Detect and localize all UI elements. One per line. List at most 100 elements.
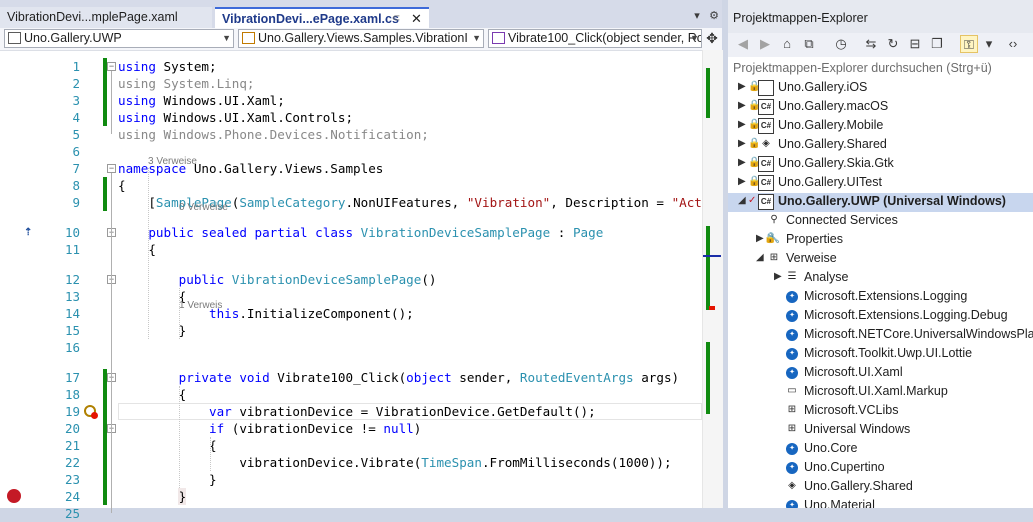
tree-item[interactable]: ◢ ⊞ Verweise xyxy=(728,250,1033,269)
tree-item[interactable]: ✦ Microsoft.UI.Xaml xyxy=(728,364,1033,383)
refresh-icon[interactable]: ↻ xyxy=(884,35,902,53)
explorer-search-input[interactable]: Projektmappen-Explorer durchsuchen (Strg… xyxy=(728,57,1033,80)
class-dropdown[interactable]: Uno.Gallery.Views.Samples.VibrationI ▼ xyxy=(238,29,484,48)
codelens-references[interactable]: 3 Verweise xyxy=(148,155,197,168)
chevron-down-icon[interactable]: ▾ xyxy=(980,35,998,53)
code-token: } xyxy=(118,489,187,504)
expand-arrow-icon[interactable]: ▶ xyxy=(738,157,746,168)
tree-item[interactable]: ✦ Microsoft.Extensions.Logging.Debug xyxy=(728,307,1033,326)
code-line[interactable]: using Windows.Phone.Devices.Notification… xyxy=(118,126,429,143)
expand-arrow-icon[interactable]: ▶ xyxy=(774,271,782,282)
properties-view-icon[interactable]: ⚿ xyxy=(960,35,978,53)
back-icon[interactable]: ◀ xyxy=(734,35,752,53)
tree-item[interactable]: ▶ 🔒 C# Uno.Gallery.UITest xyxy=(728,174,1033,193)
tree-item[interactable]: ▶ 🔒 C# Uno.Gallery.macOS xyxy=(728,98,1033,117)
code-line[interactable]: { xyxy=(118,177,126,194)
forward-icon[interactable]: ▶ xyxy=(756,35,774,53)
split-editor-icon[interactable]: ✥ xyxy=(704,29,720,48)
tree-item[interactable]: ✦ Uno.Core xyxy=(728,440,1033,459)
fold-toggle-icon[interactable]: − xyxy=(107,164,116,173)
tree-item[interactable]: ⊞ Microsoft.VCLibs xyxy=(728,402,1033,421)
quick-action-error-icon[interactable] xyxy=(84,405,98,419)
tree-item[interactable]: ◢ ✓ C# Uno.Gallery.UWP (Universal Windows) xyxy=(728,193,1033,212)
home-icon[interactable]: ⌂ xyxy=(778,35,796,53)
codelens-references[interactable]: 1 Verweis xyxy=(179,299,222,312)
show-all-files-icon[interactable]: ❐ xyxy=(928,35,946,53)
expand-arrow-icon[interactable]: ▶ xyxy=(738,138,746,149)
tree-item[interactable]: ✦ Uno.Cupertino xyxy=(728,459,1033,478)
sync-with-document-icon[interactable]: ⇆ xyxy=(862,35,880,53)
tree-item[interactable]: ✦ Microsoft.Extensions.Logging xyxy=(728,288,1033,307)
code-line[interactable]: var vibrationDevice = VibrationDevice.Ge… xyxy=(118,403,596,420)
code-line[interactable]: using System.Linq; xyxy=(118,75,254,92)
tree-item[interactable]: ✦ Uno.Material xyxy=(728,497,1033,508)
tree-item[interactable]: ▶ 🔒 C# Uno.Gallery.Skia.Gtk xyxy=(728,155,1033,174)
tree-item-label: Uno.Core xyxy=(804,441,858,455)
codelens-references[interactable]: 0 Verweise xyxy=(179,201,228,214)
tree-item[interactable]: ✦ Microsoft.NETCore.UniversalWindowsPla xyxy=(728,326,1033,345)
pin-icon[interactable]: ⊂ xyxy=(392,9,400,28)
code-line[interactable]: using System; xyxy=(118,58,217,75)
code-line[interactable]: public VibrationDeviceSamplePage() xyxy=(118,271,437,288)
code-line[interactable]: this.InitializeComponent(); xyxy=(118,305,414,322)
code-line[interactable]: { xyxy=(118,241,156,258)
expand-arrow-icon[interactable]: ▶ xyxy=(738,100,746,111)
pending-changes-filter-icon[interactable]: ◷ xyxy=(832,35,850,53)
breakpoint-icon[interactable] xyxy=(7,489,21,503)
close-icon[interactable]: ✕ xyxy=(411,9,422,28)
code-line[interactable]: { xyxy=(118,386,187,403)
tree-item[interactable]: ▶ 🔒 ◈ Uno.Gallery.Shared xyxy=(728,136,1033,155)
navigation-bar: Uno.Gallery.UWP ▼ Uno.Gallery.Views.Samp… xyxy=(0,28,722,51)
collapse-arrow-icon[interactable]: ◢ xyxy=(756,252,764,263)
vertical-scrollbar[interactable] xyxy=(702,50,723,508)
tree-item[interactable]: ▭ Microsoft.UI.Xaml.Markup xyxy=(728,383,1033,402)
switch-views-icon[interactable]: ⧉ xyxy=(800,35,818,53)
tree-item[interactable]: ▶ ☰ Analyse xyxy=(728,269,1033,288)
code-line[interactable]: } xyxy=(118,488,187,505)
collapse-all-icon[interactable]: ⊟ xyxy=(906,35,924,53)
member-dropdown[interactable]: Vibrate100_Click(object sender, Route ▼ xyxy=(488,29,702,48)
connected-services-icon: ⚲ xyxy=(770,214,778,225)
tab-list-dropdown-icon[interactable]: ▾ xyxy=(689,8,705,24)
project-dropdown[interactable]: Uno.Gallery.UWP ▼ xyxy=(4,29,234,48)
expand-arrow-icon[interactable]: ▶ xyxy=(738,119,746,130)
code-token: } xyxy=(118,323,187,338)
expand-arrow-icon[interactable]: ▶ xyxy=(738,176,746,187)
tab-cs-file[interactable]: VibrationDevi...ePage.xaml.cs ⊂ ✕ xyxy=(215,7,429,28)
code-line[interactable]: public sealed partial class VibrationDev… xyxy=(118,224,603,241)
code-editor: VibrationDevi...mplePage.xaml VibrationD… xyxy=(0,0,723,521)
code-token: { xyxy=(118,387,187,402)
tree-item[interactable]: ◈ Uno.Gallery.Shared xyxy=(728,478,1033,497)
code-line[interactable]: vibrationDevice.Vibrate(TimeSpan.FromMil… xyxy=(118,454,671,471)
expand-arrow-icon[interactable]: ▶ xyxy=(756,233,764,244)
collapse-arrow-icon[interactable]: ◢ xyxy=(738,195,746,206)
tree-item[interactable]: ⊞ Universal Windows xyxy=(728,421,1033,440)
code-token: VibrationDeviceSamplePage xyxy=(231,272,422,287)
code-view-icon[interactable]: ‹› xyxy=(1004,35,1022,53)
tree-item[interactable]: ▶ 🔒 🔧 Properties xyxy=(728,231,1033,250)
tree-item-label: Analyse xyxy=(804,270,849,284)
fold-toggle-icon[interactable]: − xyxy=(107,62,116,71)
code-line[interactable]: if (vibrationDevice != null) xyxy=(118,420,421,437)
code-area[interactable]: using System; using System.Linq; using Win… xyxy=(118,50,702,508)
line-number: 16 xyxy=(64,340,80,355)
code-line[interactable]: } xyxy=(118,471,217,488)
tree-item[interactable]: ▶ 🔒 Uno.Gallery.iOS xyxy=(728,79,1033,98)
code-line[interactable]: { xyxy=(118,288,187,305)
csharp-project-icon: C# xyxy=(758,99,774,115)
code-line[interactable]: using Windows.UI.Xaml.Controls; xyxy=(118,109,353,126)
tree-item[interactable]: ✦ Microsoft.Toolkit.Uwp.UI.Lottie xyxy=(728,345,1033,364)
expand-arrow-icon[interactable]: ▶ xyxy=(738,81,746,92)
package-icon: ✦ xyxy=(786,367,798,379)
code-line[interactable]: private void Vibrate100_Click(object sen… xyxy=(118,369,679,386)
tree-item[interactable]: ▶ 🔒 C# Uno.Gallery.Mobile xyxy=(728,117,1033,136)
line-number: 2 xyxy=(72,76,80,91)
settings-icon[interactable]: ⚙ xyxy=(706,8,722,24)
inheritance-margin-icon[interactable]: ⇡ xyxy=(24,226,38,239)
tab-xaml-file[interactable]: VibrationDevi...mplePage.xaml xyxy=(0,7,212,28)
code-line[interactable]: } xyxy=(118,322,187,339)
tree-item[interactable]: ⚲ Connected Services xyxy=(728,212,1033,231)
code-line[interactable]: { xyxy=(118,437,217,454)
code-line[interactable]: using Windows.UI.Xaml; xyxy=(118,92,285,109)
